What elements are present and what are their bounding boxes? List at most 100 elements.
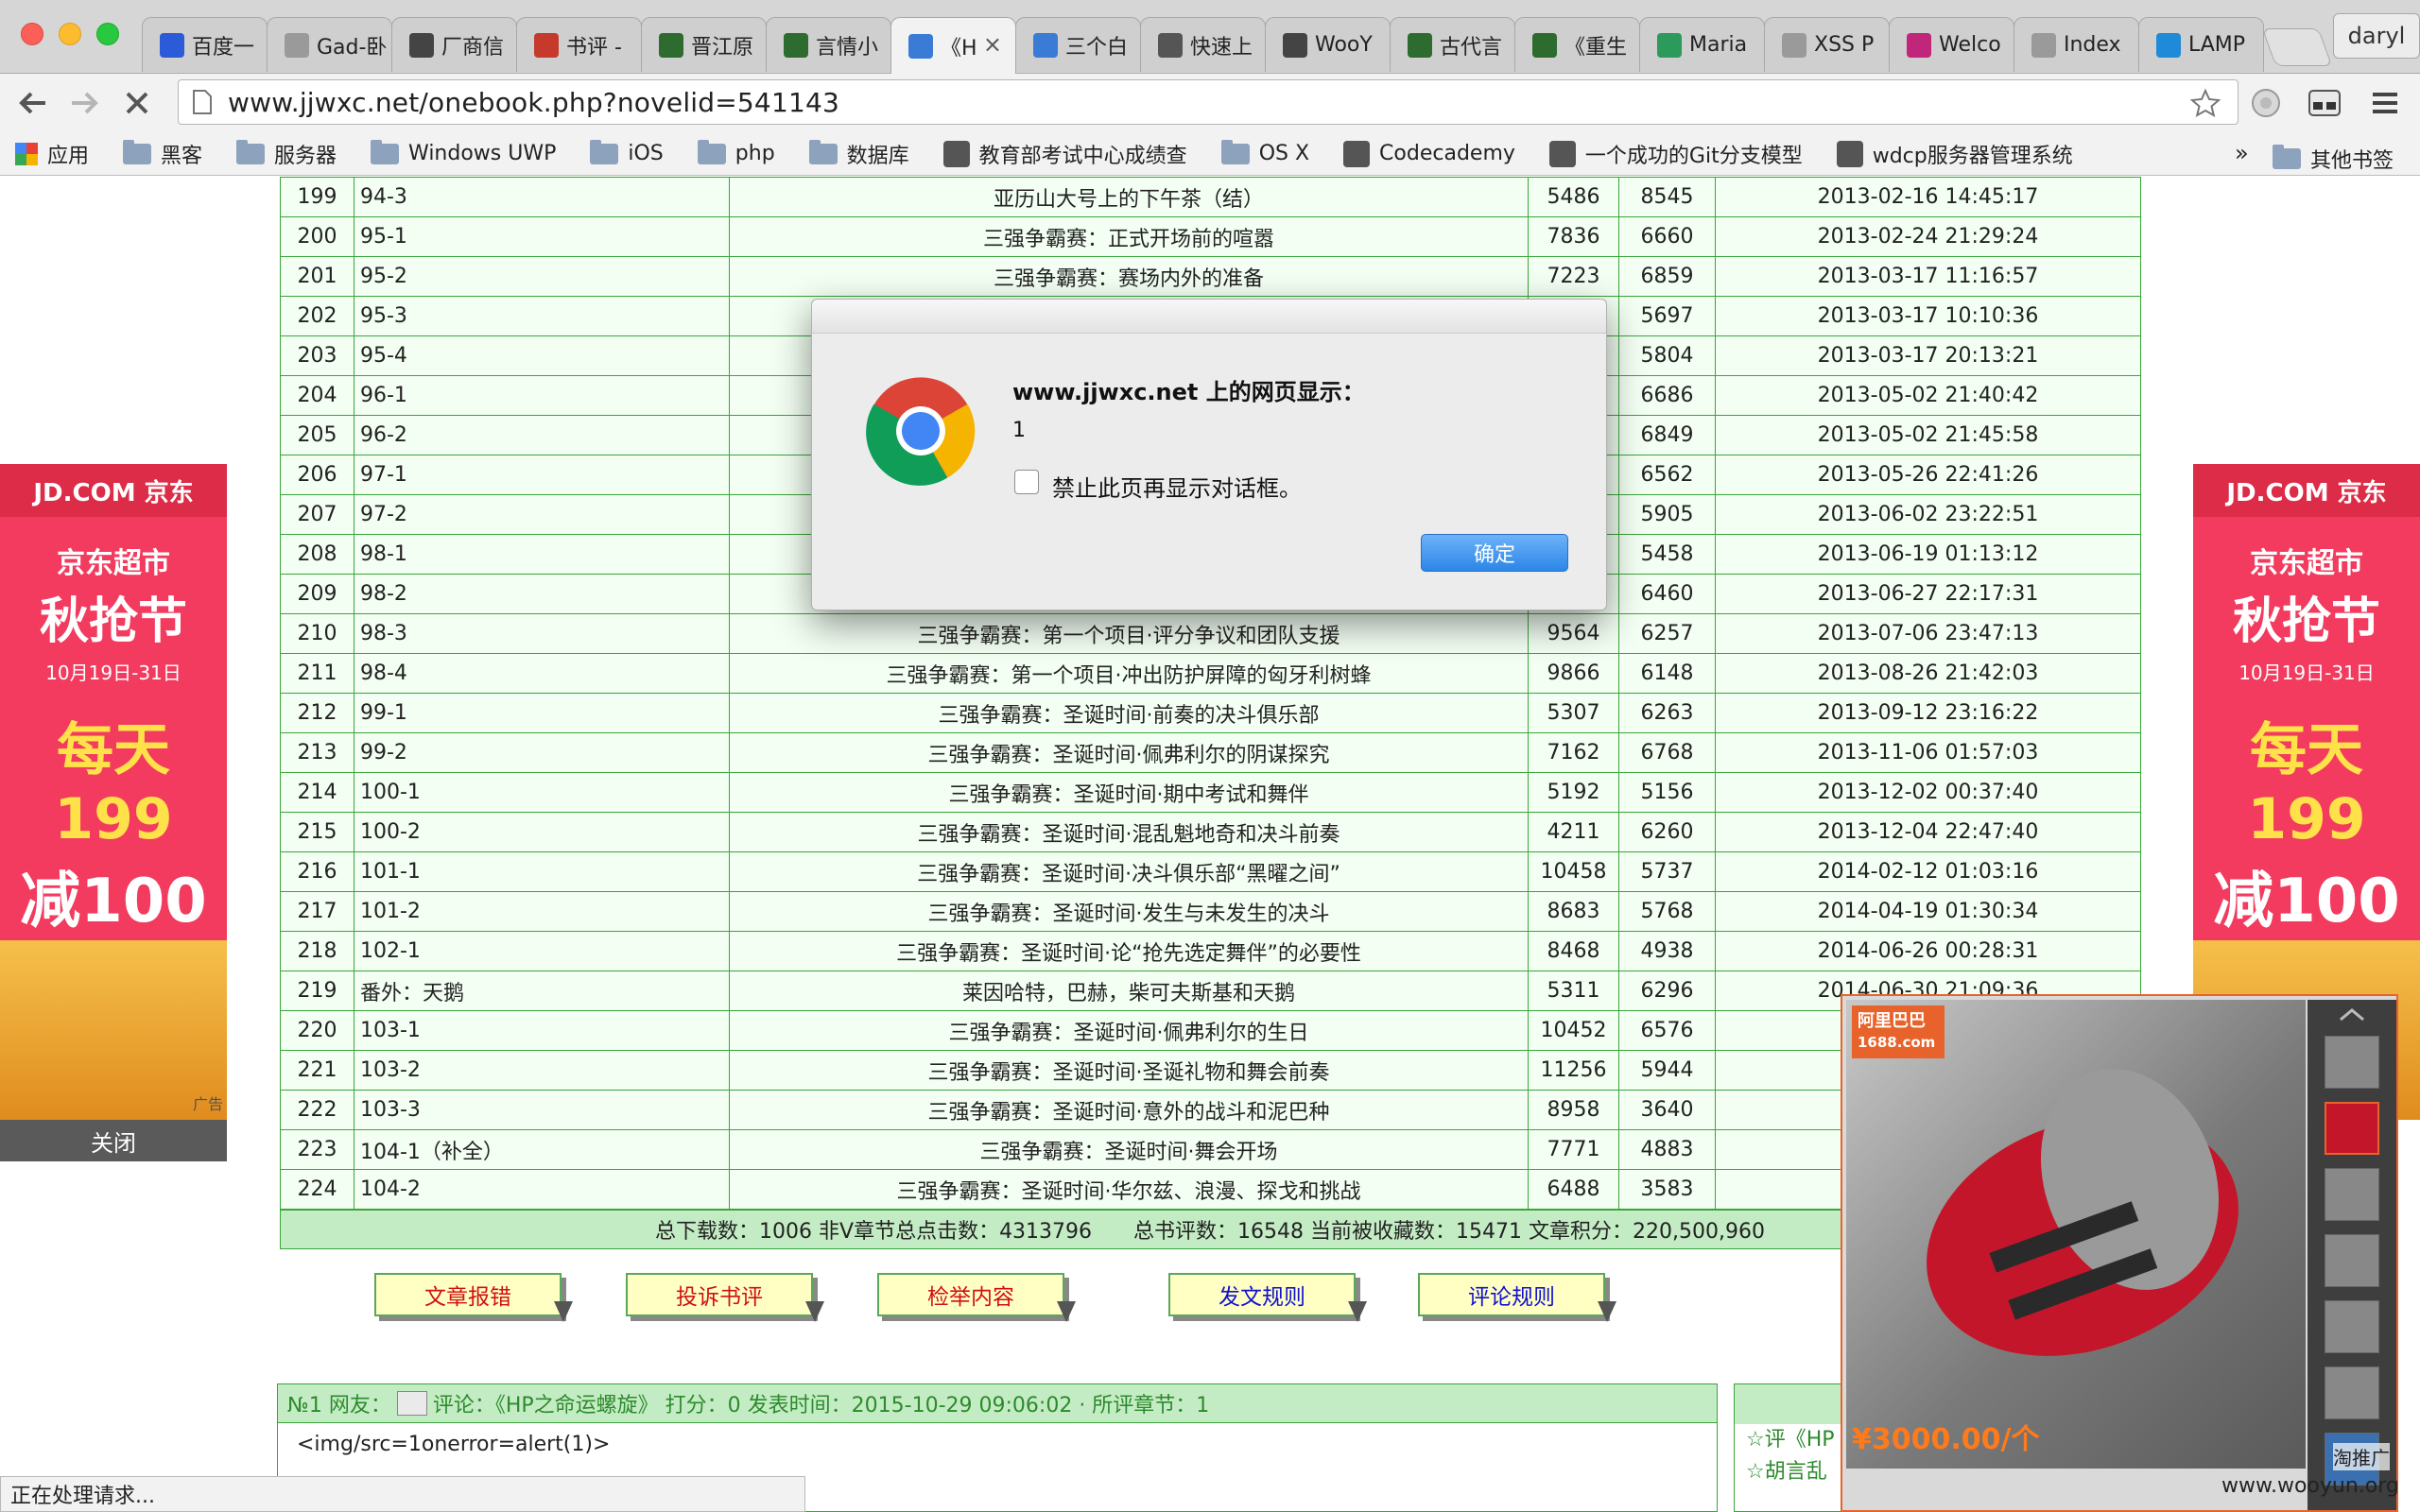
zoom-window-button[interactable] xyxy=(96,23,119,45)
product-thumbnail[interactable] xyxy=(2325,1168,2379,1221)
git-icon xyxy=(1548,140,1576,167)
alibaba-ad[interactable]: 阿里巴巴 1688.com ¥3000.00/个 xyxy=(1841,994,2398,1512)
close-tab-icon[interactable]: × xyxy=(983,31,1002,58)
chapter-id-cell: 207 xyxy=(280,494,354,535)
product-thumbnail[interactable] xyxy=(2325,1036,2379,1089)
jd-ad-left[interactable]: JD.COM 京东 京东超市 秋抢节 10月19日-31日 每天199 减100… xyxy=(0,464,227,1120)
chapter-title-cell[interactable]: 三强争霸赛：圣诞时间·混乱魁地奇和决斗前奏 xyxy=(729,812,1529,852)
folder-icon xyxy=(123,139,152,164)
other-bookmarks-folder[interactable]: 其他书签 xyxy=(2273,144,2394,174)
more-bookmarks-button[interactable]: » xyxy=(2235,140,2249,166)
url-text: www.jjwxc.net/onebook.php?novelid=541143 xyxy=(228,86,840,118)
suppress-dialogs-checkbox[interactable] xyxy=(1014,470,1039,494)
menu-button[interactable] xyxy=(2361,79,2409,127)
extension-button[interactable] xyxy=(2242,79,2290,127)
product-thumbnail[interactable] xyxy=(2325,1102,2379,1155)
bookmark-item[interactable]: OS X xyxy=(1220,139,1310,165)
profile-button[interactable]: daryl xyxy=(2333,13,2420,59)
bookmark-item[interactable]: 服务器 xyxy=(236,139,337,169)
back-button[interactable] xyxy=(9,79,57,127)
tab-6[interactable]: 《H × xyxy=(890,17,1016,74)
product-thumbnail[interactable] xyxy=(2325,1300,2379,1353)
ok-button[interactable]: 确定 xyxy=(1421,534,1568,572)
footer-button-3[interactable]: 发文规则 xyxy=(1168,1273,1367,1322)
bookmark-item[interactable]: php xyxy=(697,139,775,165)
tab-0[interactable]: 百度一 xyxy=(142,17,268,72)
extension-button-2[interactable] xyxy=(2301,79,2348,127)
tab-label: WooY xyxy=(1315,33,1373,57)
chapter-title-cell[interactable]: 三强争霸赛：圣诞时间·论“抢先选定舞伴”的必要性 xyxy=(729,931,1529,971)
chapter-no-cell: 101-1 xyxy=(354,851,730,892)
tab-14[interactable]: Welco xyxy=(1889,17,2014,72)
bookmark-item[interactable]: wdcp服务器管理系统 xyxy=(1836,139,2073,169)
chapter-title-cell[interactable]: 三强争霸赛：圣诞时间·圣诞礼物和舞会前奏 xyxy=(729,1050,1529,1091)
tab-label: 《H xyxy=(941,36,977,60)
tab-8[interactable]: 快速上 xyxy=(1140,17,1266,72)
bookmark-item[interactable]: iOS xyxy=(590,139,664,165)
chapter-title-cell[interactable]: 三强争霸赛：圣诞时间·舞会开场 xyxy=(729,1129,1529,1170)
chapter-title-cell[interactable]: 莱因哈特，巴赫，柴可夫斯基和天鹅 xyxy=(729,971,1529,1011)
footer-button-0[interactable]: 文章报错 xyxy=(374,1273,573,1322)
chapter-title-cell[interactable]: 亚历山大号上的下午茶（结） xyxy=(729,177,1529,217)
chapter-id-cell: 200 xyxy=(280,216,354,257)
close-window-button[interactable] xyxy=(21,23,43,45)
chapter-title-cell[interactable]: 三强争霸赛：第一个项目·评分争议和团队支援 xyxy=(729,613,1529,654)
bookmark-label: iOS xyxy=(628,142,664,165)
tab-7[interactable]: 三个白 xyxy=(1015,17,1141,72)
forward-button[interactable] xyxy=(60,79,108,127)
tab-13[interactable]: XSS P xyxy=(1764,17,1890,72)
tab-16[interactable]: LAMP xyxy=(2138,17,2264,72)
tab-12[interactable]: Maria xyxy=(1639,17,1765,72)
star-icon[interactable] xyxy=(2190,88,2221,118)
chapter-title-cell[interactable]: 三强争霸赛：圣诞时间·佩弗利尔的阴谋探究 xyxy=(729,732,1529,773)
chapter-title-cell[interactable]: 三强争霸赛：圣诞时间·华尔兹、浪漫、探戈和挑战 xyxy=(729,1169,1529,1210)
table-row: 214 100-1 三强争霸赛：圣诞时间·期中考试和舞伴 5192 5156 2013-1… xyxy=(280,772,2141,813)
bookmark-item[interactable]: 教育部考试中心成绩查 xyxy=(942,139,1187,169)
footer-button-label: 评论规则 xyxy=(1468,1285,1555,1310)
chapter-words-cell: 10452 xyxy=(1528,1010,1619,1051)
jd-line-2: 秋抢节 xyxy=(2232,593,2380,650)
footer-button-2[interactable]: 检举内容 xyxy=(877,1273,1076,1322)
minimize-window-button[interactable] xyxy=(59,23,81,45)
button-arrow-icon xyxy=(1348,1301,1367,1322)
bookmark-item[interactable]: 一个成功的Git分支模型 xyxy=(1548,139,1803,169)
bookmark-item[interactable]: 应用 xyxy=(15,139,89,169)
product-thumbnail[interactable] xyxy=(2325,1366,2379,1419)
suppress-dialogs-label[interactable]: 禁止此页再显示对话框。 xyxy=(1052,470,1302,503)
chapter-title-cell[interactable]: 三强争霸赛：圣诞时间·意外的战斗和泥巴种 xyxy=(729,1090,1529,1130)
stop-button[interactable] xyxy=(113,79,161,127)
chapter-title-cell[interactable]: 三强争霸赛：圣诞时间·期中考试和舞伴 xyxy=(729,772,1529,813)
ad-tag: 淘推广 xyxy=(2333,1443,2390,1470)
address-bar[interactable]: www.jjwxc.net/onebook.php?novelid=541143 xyxy=(178,79,2238,125)
chapter-title-cell[interactable]: 三强争霸赛：第一个项目·冲出防护屏障的匈牙利树蜂 xyxy=(729,653,1529,694)
footer-button-4[interactable]: 评论规则 xyxy=(1418,1273,1616,1322)
chapter-title-cell[interactable]: 三强争霸赛：圣诞时间·佩弗利尔的生日 xyxy=(729,1010,1529,1051)
bookmark-item[interactable]: Windows UWP xyxy=(371,139,556,165)
chapter-title-cell[interactable]: 三强争霸赛：圣诞时间·发生与未发生的决斗 xyxy=(729,891,1529,932)
tab-2[interactable]: 厂商信 xyxy=(391,17,517,72)
tab-11[interactable]: 《重生 xyxy=(1514,17,1640,72)
chapter-id-cell: 204 xyxy=(280,375,354,416)
tab-10[interactable]: 古代言 xyxy=(1390,17,1515,72)
chapter-title-cell[interactable]: 三强争霸赛：圣诞时间·决斗俱乐部“黑曜之间” xyxy=(729,851,1529,892)
footer-button-1[interactable]: 投诉书评 xyxy=(626,1273,824,1322)
chapter-title-cell[interactable]: 三强争霸赛：圣诞时间·前奏的决斗俱乐部 xyxy=(729,693,1529,733)
product-thumbnail[interactable] xyxy=(2325,1234,2379,1287)
tab-3[interactable]: 书评 - xyxy=(516,17,642,72)
chapter-title-cell[interactable]: 三强争霸赛：正式开场前的喧嚣 xyxy=(729,216,1529,257)
bookmark-item[interactable]: 数据库 xyxy=(808,139,909,169)
chapter-id-cell: 212 xyxy=(280,693,354,733)
bookmark-item[interactable]: 黑客 xyxy=(123,139,202,169)
chevron-up-icon[interactable] xyxy=(2338,1007,2366,1022)
tab-5[interactable]: 言情小 xyxy=(766,17,891,72)
tab-1[interactable]: Gad-卧 xyxy=(267,17,392,72)
new-tab-button[interactable] xyxy=(2261,28,2333,66)
jd-ad-close-button[interactable]: 关闭 xyxy=(0,1120,227,1161)
tab-15[interactable]: Index xyxy=(2014,17,2139,72)
chapter-title-cell[interactable]: 三强争霸赛：赛场内外的准备 xyxy=(729,256,1529,297)
tab-9[interactable]: WooY xyxy=(1265,17,1391,72)
bookmark-label: php xyxy=(735,142,775,165)
bookmark-label: OS X xyxy=(1258,142,1310,165)
tab-4[interactable]: 晋江原 xyxy=(641,17,767,72)
bookmark-item[interactable]: Codecademy xyxy=(1343,140,1515,167)
